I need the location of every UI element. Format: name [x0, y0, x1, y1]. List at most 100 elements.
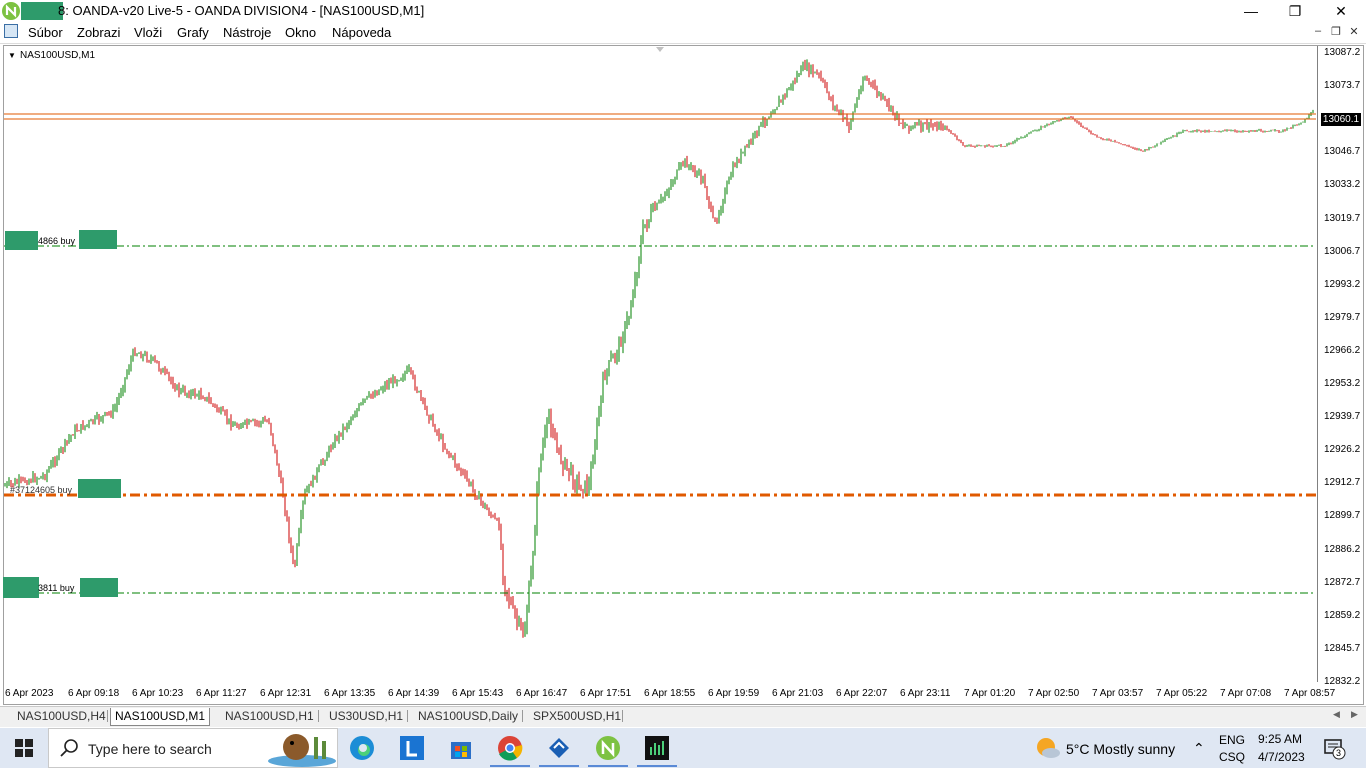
price-axis-label: 12899.7 [1324, 510, 1361, 522]
time-axis-label: 6 Apr 2023 [5, 688, 54, 699]
redacted-order-price-main [78, 479, 121, 498]
current-price-tag: 13060.1 [1321, 113, 1361, 126]
microsoft-store-icon[interactable] [446, 733, 476, 763]
active-app-indicator [490, 765, 530, 767]
tab-spx500-h1[interactable]: SPX500USD,H1 [529, 708, 625, 725]
price-axis-label: 12859.2 [1324, 609, 1361, 621]
time-axis-label: 6 Apr 22:07 [836, 688, 888, 699]
time-axis-label: 6 Apr 21:03 [772, 688, 824, 699]
price-axis-label: 12845.7 [1324, 642, 1361, 654]
active-app-indicator [588, 765, 628, 767]
time-axis-label: 6 Apr 23:11 [900, 688, 951, 699]
active-app-indicator [637, 765, 677, 767]
weather-text[interactable]: 5°C Mostly sunny [1066, 741, 1175, 757]
price-axis-label: 12872.7 [1324, 576, 1361, 588]
tab-us30-h1[interactable]: US30USD,H1 [325, 708, 407, 725]
time-axis-label: 6 Apr 15:43 [452, 688, 504, 699]
menu-tools[interactable]: Nástroje [223, 25, 271, 40]
time-axis-label: 6 Apr 10:23 [132, 688, 184, 699]
search-highlight-beaver-icon [262, 729, 336, 767]
search-icon [60, 738, 80, 761]
time-axis-label: 6 Apr 16:47 [516, 688, 568, 699]
price-axis-label: 13046.7 [1324, 146, 1361, 158]
active-app-indicator [539, 765, 579, 767]
window-title: 8: OANDA-v20 Live-5 - OANDA DIVISION4 - … [58, 3, 425, 18]
price-axis-label: 12939.7 [1324, 411, 1361, 423]
chevron-up-icon[interactable]: ⌃ [1193, 740, 1205, 757]
tab-scroll-left-icon[interactable]: ◀ [1333, 709, 1340, 720]
symbol-menu-arrow[interactable]: ▼ [8, 51, 16, 60]
redacted-order-price [79, 230, 117, 249]
order-label-4866: 4866 buy [38, 236, 76, 246]
tab-nas100-h4[interactable]: NAS100USD,H4 [13, 708, 110, 725]
tab-scroll-right-icon[interactable]: ▶ [1351, 709, 1358, 720]
price-axis-label: 12886.2 [1324, 543, 1361, 555]
search-placeholder: Type here to search [88, 741, 212, 757]
redacted-order-ticket [5, 231, 38, 250]
start-windows-icon[interactable] [0, 728, 48, 768]
tab-nas100-h1[interactable]: NAS100USD,H1 [221, 708, 318, 725]
price-axis-label: 13073.7 [1324, 80, 1361, 92]
clock-date[interactable]: 4/7/2023 [1258, 750, 1305, 764]
price-axis-label: 12953.2 [1324, 378, 1361, 389]
time-axis-label: 6 Apr 09:18 [68, 688, 120, 699]
tab-separator [407, 710, 408, 722]
tab-separator [522, 710, 523, 722]
time-axis-label: 6 Apr 18:55 [644, 688, 696, 699]
ic-markets-icon[interactable] [642, 733, 672, 763]
redacted-order-price-2 [80, 578, 118, 597]
time-axis-label: 6 Apr 13:35 [324, 688, 376, 699]
time-axis-label: 7 Apr 01:20 [964, 688, 1016, 699]
chart-close-button[interactable]: ✕ [1345, 25, 1363, 41]
tab-nas100-daily[interactable]: NAS100USD,Daily [414, 708, 522, 725]
menu-view[interactable]: Zobrazi [77, 25, 120, 40]
restore-button[interactable]: ❐ [1272, 0, 1318, 22]
price-axis-label: 12993.2 [1324, 278, 1361, 290]
time-axis-label: 7 Apr 07:08 [1220, 688, 1272, 699]
chart-symbol-label: NAS100USD,M1 [20, 50, 96, 61]
chart-shift-marker [656, 47, 664, 52]
time-axis-label: 7 Apr 05:22 [1156, 688, 1208, 699]
close-button[interactable]: ✕ [1318, 0, 1364, 22]
app-logo-icon [2, 2, 20, 20]
menu-insert[interactable]: Vloži [134, 25, 162, 40]
price-axis-label: 13006.7 [1324, 245, 1361, 257]
menu-charts[interactable]: Grafy [177, 25, 209, 40]
chart-overlay [4, 47, 1316, 594]
menu-file[interactable]: Súbor [28, 25, 63, 40]
price-axis-label: 13033.2 [1324, 179, 1361, 191]
trading-app-icon[interactable] [544, 733, 574, 763]
minimize-button[interactable]: — [1228, 0, 1274, 22]
notification-count: 3 [1336, 748, 1342, 758]
clock-time[interactable]: 9:25 AM [1258, 732, 1302, 746]
oanda-terminal-icon[interactable] [593, 733, 623, 763]
time-axis-label: 6 Apr 11:27 [196, 688, 247, 699]
order-label-3811: 3811 buy [38, 583, 75, 593]
chart-window-icon[interactable] [4, 24, 18, 38]
redacted-account [21, 2, 63, 20]
edge-browser-icon[interactable] [347, 733, 377, 763]
chart-restore-button[interactable]: ❐ [1327, 25, 1345, 41]
price-axis-label: 12832.2 [1324, 675, 1361, 687]
tab-nas100-m1[interactable]: NAS100USD,M1 [110, 708, 211, 726]
l-app-icon[interactable] [397, 733, 427, 763]
menu-window[interactable]: Okno [285, 25, 316, 40]
time-axis-label: 6 Apr 14:39 [388, 688, 440, 699]
price-axis-label: 13019.7 [1324, 212, 1361, 224]
chart-minimize-button[interactable]: – [1309, 25, 1327, 41]
price-axis-label: 12966.2 [1324, 344, 1361, 356]
price-axis-label: 13087.2 [1324, 47, 1361, 58]
tab-separator [622, 710, 623, 722]
weather-icon[interactable] [1035, 736, 1061, 763]
menu-help[interactable]: Nápoveda [332, 25, 391, 40]
price-axis-label: 12926.2 [1324, 444, 1361, 456]
time-axis-label: 6 Apr 12:31 [260, 688, 312, 699]
chrome-browser-icon[interactable] [495, 733, 525, 763]
time-axis-label: 7 Apr 02:50 [1028, 688, 1080, 699]
price-axis-label: 12912.7 [1324, 477, 1361, 489]
time-axis-label: 7 Apr 03:57 [1092, 688, 1144, 699]
ime-indicator[interactable]: CSQ [1219, 750, 1245, 764]
language-indicator[interactable]: ENG [1219, 733, 1245, 747]
tab-separator [107, 710, 108, 722]
notification-icon[interactable] [1324, 738, 1346, 763]
